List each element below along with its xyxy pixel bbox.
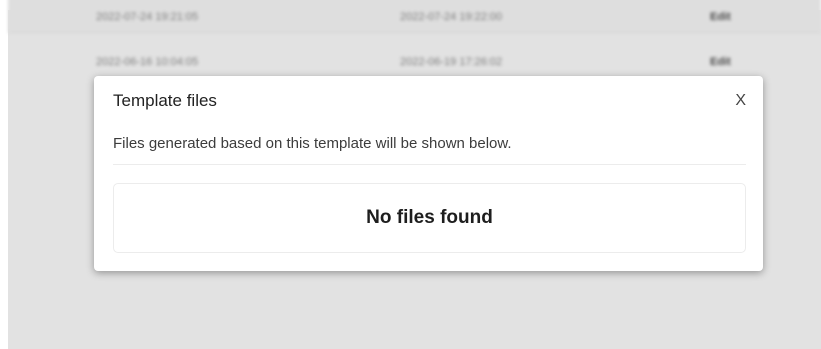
empty-state-message: No files found <box>366 207 493 228</box>
dialog-description: Files generated based on this template w… <box>113 135 512 152</box>
edit-link: Edit <box>710 11 731 23</box>
modified-date-cell: 2022-07-24 19:22:00 <box>400 11 503 23</box>
table-row: 2022-06-16 10:04:05 2022-06-19 17:26:02 … <box>8 46 821 72</box>
divider <box>113 164 746 165</box>
modified-date-cell: 2022-06-19 17:26:02 <box>400 56 503 68</box>
table-row: 2022-07-24 19:21:05 2022-07-24 19:22:00 … <box>8 0 821 33</box>
close-button[interactable]: X <box>735 92 746 110</box>
created-date-cell: 2022-06-16 10:04:05 <box>96 56 199 68</box>
created-date-cell: 2022-07-24 19:21:05 <box>96 11 199 23</box>
dialog-title: Template files <box>113 91 217 110</box>
template-files-dialog: Template files X Files generated based o… <box>94 76 763 271</box>
files-empty-state: No files found <box>113 183 746 253</box>
edit-link: Edit <box>710 56 731 68</box>
